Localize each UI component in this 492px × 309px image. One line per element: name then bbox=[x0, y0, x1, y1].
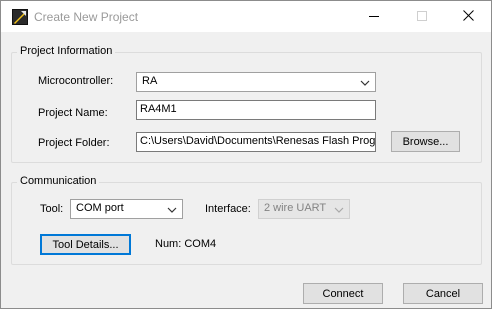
chevron-down-icon bbox=[334, 205, 344, 213]
browse-button[interactable]: Browse... bbox=[391, 131, 460, 152]
microcontroller-label: Microcontroller: bbox=[38, 75, 114, 87]
maximize-button[interactable] bbox=[399, 1, 445, 32]
tool-details-button[interactable]: Tool Details... bbox=[40, 234, 131, 255]
tool-label: Tool: bbox=[40, 203, 64, 215]
minimize-icon bbox=[369, 10, 379, 24]
chevron-down-icon bbox=[167, 205, 177, 213]
interface-select[interactable]: 2 wire UART bbox=[258, 199, 350, 219]
window-title: Create New Project bbox=[34, 10, 139, 24]
project-folder-label: Project Folder: bbox=[38, 137, 110, 149]
tool-select[interactable]: COM port bbox=[70, 199, 183, 219]
tool-value: COM port bbox=[76, 202, 124, 214]
com-port-number: Num: COM4 bbox=[155, 238, 217, 250]
minimize-button[interactable] bbox=[351, 1, 397, 32]
close-button[interactable] bbox=[445, 1, 491, 32]
project-folder-field[interactable]: C:\Users\David\Documents\Renesas Flash P… bbox=[136, 132, 376, 152]
create-new-project-dialog: Create New Project Project Information M… bbox=[0, 0, 492, 309]
interface-value: 2 wire UART bbox=[264, 202, 327, 214]
title-bar[interactable]: Create New Project bbox=[1, 1, 491, 32]
microcontroller-value: RA bbox=[142, 75, 158, 87]
renesas-flash-programmer-icon bbox=[12, 9, 28, 25]
interface-label: Interface: bbox=[205, 203, 251, 215]
connect-button[interactable]: Connect bbox=[303, 283, 383, 304]
project-name-field[interactable]: RA4M1 bbox=[136, 100, 376, 120]
maximize-icon bbox=[417, 10, 427, 24]
project-name-label: Project Name: bbox=[38, 107, 108, 119]
project-information-legend: Project Information bbox=[17, 45, 116, 57]
close-icon bbox=[462, 9, 474, 24]
communication-legend: Communication bbox=[17, 175, 100, 187]
chevron-down-icon bbox=[360, 78, 370, 86]
cancel-button[interactable]: Cancel bbox=[403, 283, 483, 304]
microcontroller-select[interactable]: RA bbox=[136, 72, 376, 92]
